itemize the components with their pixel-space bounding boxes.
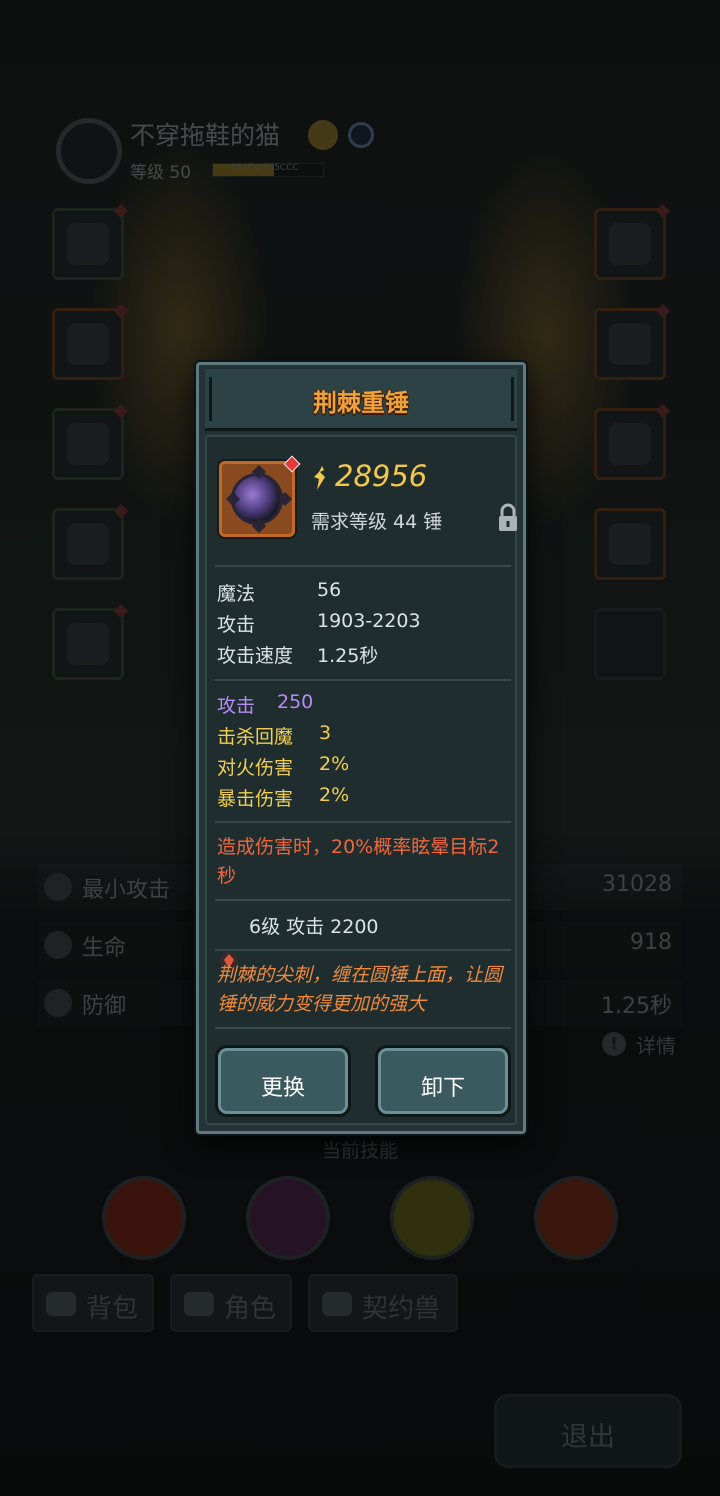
- stat-name: 对火伤害: [217, 757, 294, 779]
- base-stat-magic: 魔法 56: [217, 579, 341, 606]
- stat-value: 1.25秒: [317, 645, 379, 667]
- divider: [215, 1027, 511, 1029]
- divider: [215, 949, 511, 951]
- popup-header: 荆棘重锤: [205, 369, 517, 431]
- stat-value: 56: [317, 579, 342, 601]
- bonus-stat-mana-on-kill: 击杀回魔 3: [217, 722, 331, 749]
- base-stat-attack-speed: 攻击速度 1.25秒: [217, 641, 378, 668]
- stat-name: 暴击伤害: [217, 788, 294, 810]
- bonus-stat-fire-damage: 对火伤害 2%: [217, 753, 349, 780]
- base-stat-attack: 攻击 1903-2203: [217, 610, 421, 637]
- item-name: 荆棘重锤: [313, 389, 409, 417]
- stat-name: 击杀回魔: [217, 726, 294, 748]
- divider: [215, 899, 511, 901]
- stat-value: 250: [277, 691, 314, 713]
- stat-value: 3: [319, 722, 332, 744]
- popup-body: 28956 需求等级 44 锤 魔法 56 攻击 1903-2203 攻击速度 …: [205, 435, 517, 1125]
- stat-value: 2%: [319, 753, 350, 775]
- item-power: 28956: [335, 459, 428, 493]
- divider: [215, 565, 511, 567]
- item-requirement: 需求等级 44 锤: [311, 511, 443, 533]
- socket-gem-line: 6级 攻击 2200: [249, 916, 379, 938]
- unequip-label: 卸下: [420, 1076, 465, 1101]
- item-detail-popup: 荆棘重锤 28956 需求等级 44 锤 魔法 56 攻击 1903-2203 …: [196, 362, 526, 1134]
- stat-name: 攻击: [217, 695, 256, 717]
- stat-value: 2%: [319, 784, 350, 806]
- divider: [215, 821, 511, 823]
- power-icon: [314, 466, 325, 490]
- stat-name: 攻击: [217, 614, 256, 636]
- item-icon-frame: [219, 455, 301, 537]
- lock-icon[interactable]: [497, 503, 519, 533]
- replace-label: 更换: [260, 1076, 305, 1101]
- bonus-stat-crit-damage: 暴击伤害 2%: [217, 784, 349, 811]
- replace-button[interactable]: 更换: [215, 1045, 351, 1117]
- stat-value: 1903-2203: [317, 610, 421, 632]
- divider: [215, 679, 511, 681]
- stat-name: 攻击速度: [217, 645, 294, 667]
- stat-name: 魔法: [217, 583, 256, 605]
- bonus-stat-attack: 攻击 250: [217, 691, 313, 718]
- flavor-text: 荆棘的尖刺，缠在圆锤上面，让圆锤的威力变得更加的强大: [217, 964, 503, 1015]
- red-gem-icon: [283, 455, 301, 473]
- unequip-button[interactable]: 卸下: [375, 1045, 511, 1117]
- special-effect: 造成伤害时，20%概率眩晕目标2秒: [217, 836, 500, 887]
